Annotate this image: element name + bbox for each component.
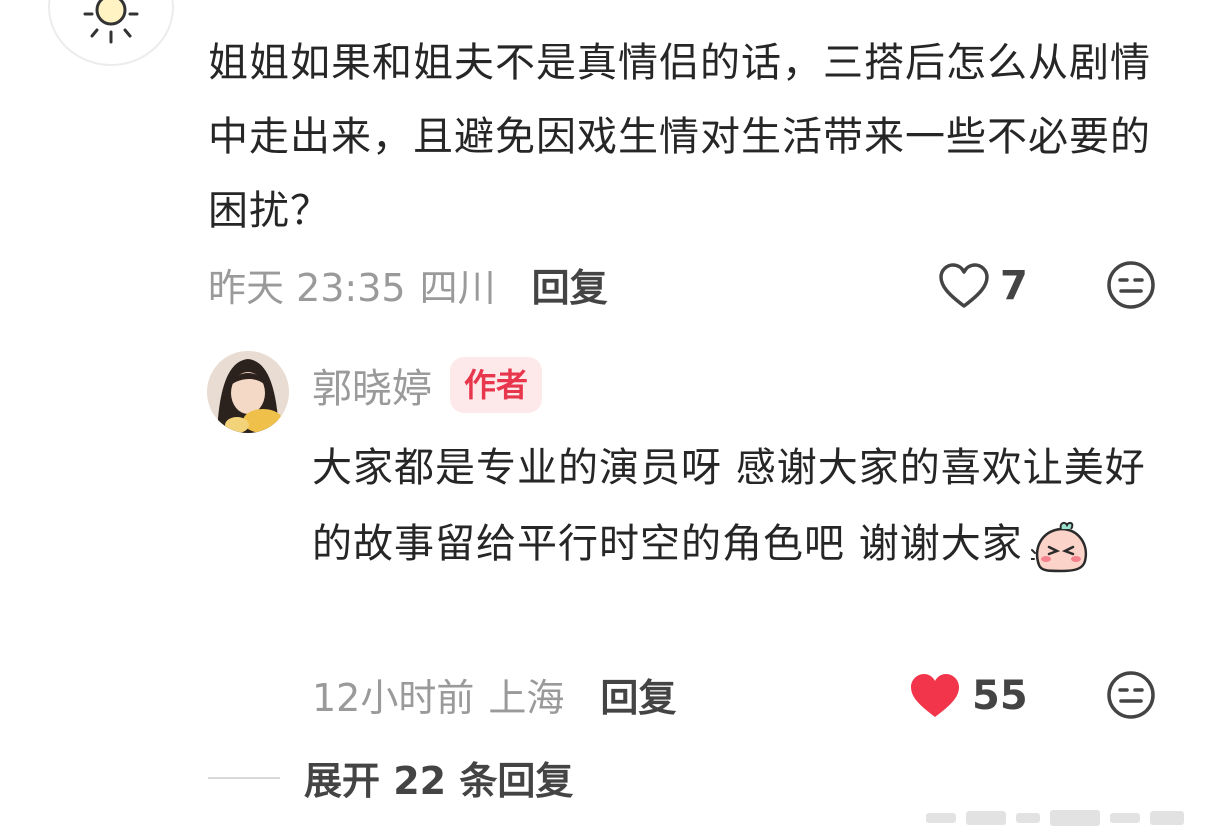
comment-like-button[interactable]: 7 xyxy=(938,258,1028,314)
sun-icon xyxy=(83,0,139,44)
comment-text: 姐姐如果和姐夫不是真情侣的话，三搭后怎么从剧情中走出来，且避免因戏生情对生活带来… xyxy=(208,40,1151,234)
reply-button[interactable]: 回复 xyxy=(532,257,608,312)
expand-replies-button[interactable]: 展开 22 条回复 xyxy=(304,750,573,805)
comment-meta: 昨天 23:35 四川 回复 xyxy=(208,258,608,310)
watermark xyxy=(926,807,1186,829)
comment-time: 昨天 23:35 xyxy=(208,265,406,310)
expand-replies-row[interactable]: 展开 22 条回复 xyxy=(208,750,573,805)
reply-author-row: 郭晓婷 作者 xyxy=(312,354,543,416)
reply-time: 12小时前 xyxy=(312,675,475,720)
reply-like-count: 55 xyxy=(972,673,1028,719)
reply-location: 上海 xyxy=(488,675,565,720)
heart-outline-icon xyxy=(939,263,989,308)
reply-text-block: 大家都是专业的演员呀 感谢大家的喜欢让美好的故事留给平行时空的角色吧 谢谢大家 xyxy=(312,430,1162,582)
reply-like-button[interactable]: 55 xyxy=(908,668,1028,724)
comment-location: 四川 xyxy=(419,265,496,310)
shy-sticker-icon xyxy=(1030,521,1087,573)
author-photo xyxy=(207,351,289,433)
commenter-avatar[interactable] xyxy=(48,0,174,66)
author-avatar[interactable] xyxy=(207,351,289,433)
heart-filled-icon xyxy=(911,674,959,717)
reply-to-reply-button[interactable]: 回复 xyxy=(600,667,676,722)
reply-react-button[interactable] xyxy=(1106,670,1156,720)
reply-author-name[interactable]: 郭晓婷 xyxy=(312,356,432,414)
reply-meta: 12小时前 上海 回复 xyxy=(312,666,676,722)
comment-like-count: 7 xyxy=(1000,263,1028,309)
divider-line xyxy=(208,776,280,779)
meh-face-icon xyxy=(1107,671,1155,719)
reply-text: 大家都是专业的演员呀 感谢大家的喜欢让美好的故事留给平行时空的角色吧 谢谢大家 xyxy=(312,445,1146,567)
comment-react-button[interactable] xyxy=(1106,260,1156,310)
meh-face-icon xyxy=(1107,261,1155,309)
author-badge: 作者 xyxy=(450,357,543,413)
